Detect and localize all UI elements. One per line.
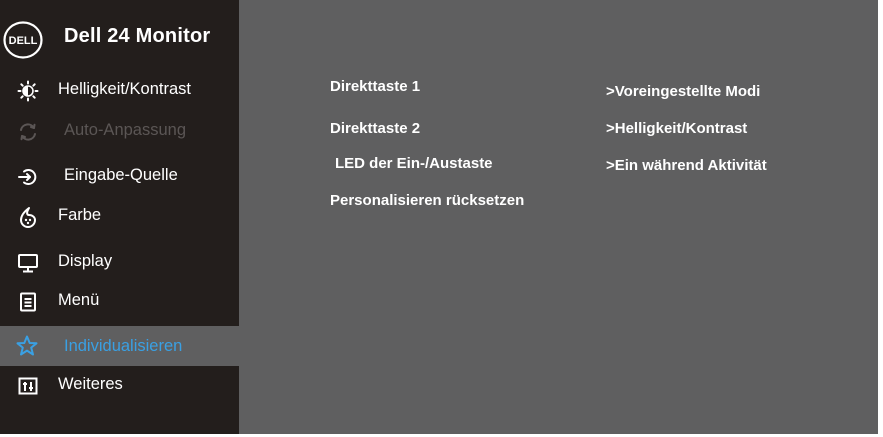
menu-label: Individualisieren xyxy=(64,337,183,355)
monitor-osd-panel: DELL Dell 24 Monitor Helligkeit/Kontrast… xyxy=(0,0,878,434)
brand-header: DELL Dell 24 Monitor xyxy=(0,0,239,76)
option-power-button-led[interactable]: LED der Ein-/Austaste xyxy=(335,155,493,172)
dell-logo-text: DELL xyxy=(9,35,38,47)
sidebar: DELL Dell 24 Monitor Helligkeit/Kontrast… xyxy=(0,0,239,434)
display-icon xyxy=(18,254,38,273)
menu-item-input-source[interactable]: Eingabe-Quelle xyxy=(0,157,239,197)
auto-adjust-icon xyxy=(20,123,36,141)
value-shortcut-key-1: >Voreingestellte Modi xyxy=(606,83,761,100)
menu-label: Helligkeit/Kontrast xyxy=(58,80,191,98)
menu-label: Eingabe-Quelle xyxy=(64,166,178,184)
monitor-title: Dell 24 Monitor xyxy=(64,25,211,47)
option-shortcut-key-1[interactable]: Direkttaste 1 xyxy=(330,78,420,95)
option-shortcut-key-2[interactable]: Direkttaste 2 xyxy=(330,120,420,137)
menu-label: Display xyxy=(58,252,113,270)
menu-item-color[interactable]: Farbe xyxy=(0,197,239,237)
menu-label: Weiteres xyxy=(58,375,123,393)
menu-item-auto-adjust: Auto-Anpassung xyxy=(0,112,239,152)
brightness-icon xyxy=(17,80,39,102)
option-reset-personalization[interactable]: Personalisieren rücksetzen xyxy=(330,192,524,209)
menu-item-others[interactable]: Weiteres xyxy=(0,366,239,406)
menu-item-personalize[interactable]: Individualisieren xyxy=(0,326,239,366)
menu-label: Menü xyxy=(58,291,100,309)
dell-logo: DELL xyxy=(3,21,43,59)
value-power-button-led: >Ein während Aktivität xyxy=(606,157,767,174)
menu-item-brightness-contrast[interactable]: Helligkeit/Kontrast xyxy=(0,71,239,111)
menu-item-display[interactable]: Display xyxy=(0,243,239,283)
others-icon xyxy=(18,377,38,395)
color-icon xyxy=(20,207,36,228)
value-shortcut-key-2: >Helligkeit/Kontrast xyxy=(606,120,748,137)
star-icon xyxy=(16,335,38,356)
input-source-icon xyxy=(18,169,37,185)
menu-label: Farbe xyxy=(58,206,102,224)
menu-label: Auto-Anpassung xyxy=(64,121,187,139)
menu-item-menu[interactable]: Menü xyxy=(0,282,239,322)
menu-icon xyxy=(20,292,36,312)
